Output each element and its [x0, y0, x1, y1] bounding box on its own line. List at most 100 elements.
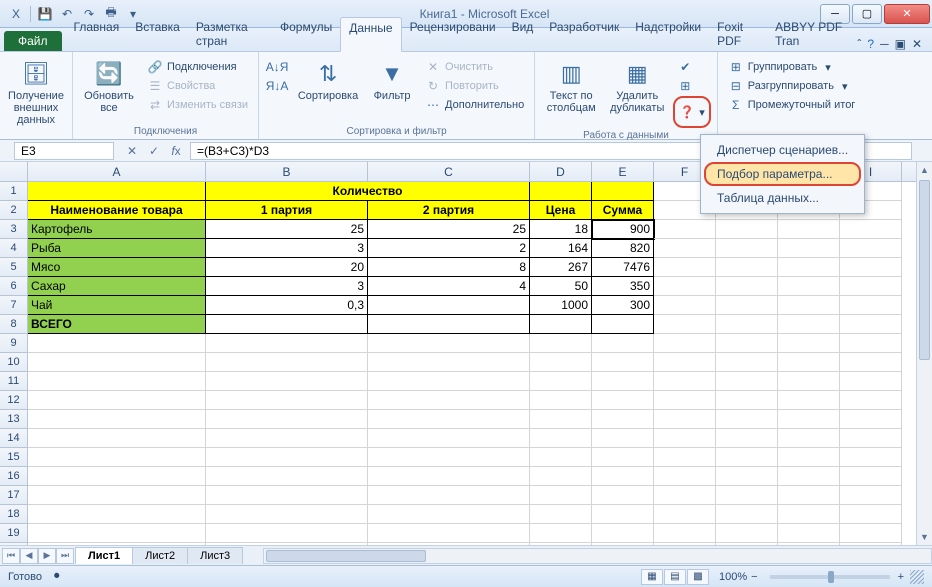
tab-формулы[interactable]: Формулы	[272, 17, 340, 51]
row-header[interactable]: 15	[0, 448, 28, 467]
cell[interactable]	[654, 467, 716, 486]
cell[interactable]	[654, 505, 716, 524]
row-header[interactable]: 14	[0, 429, 28, 448]
cell[interactable]	[654, 353, 716, 372]
row-header[interactable]: 18	[0, 505, 28, 524]
cell[interactable]	[778, 353, 840, 372]
cell[interactable]	[716, 353, 778, 372]
row-header[interactable]: 5	[0, 258, 28, 277]
cell[interactable]	[530, 372, 592, 391]
cell[interactable]	[840, 448, 902, 467]
cancel-formula-icon[interactable]: ✕	[122, 142, 142, 160]
last-sheet-button[interactable]: ⏭	[56, 548, 74, 564]
cell[interactable]: Количество	[206, 182, 530, 201]
cell[interactable]	[840, 410, 902, 429]
text-to-columns-button[interactable]: ▥ Текст по столбцам	[541, 54, 601, 114]
cell[interactable]	[28, 524, 206, 543]
row-header[interactable]: 2	[0, 201, 28, 220]
cell[interactable]	[654, 296, 716, 315]
cell[interactable]	[368, 353, 530, 372]
cell[interactable]: Сахар	[28, 277, 206, 296]
cell[interactable]: 267	[530, 258, 592, 277]
cell[interactable]	[28, 505, 206, 524]
cell[interactable]: 0,3	[206, 296, 368, 315]
sheet-tab[interactable]: Лист3	[187, 547, 243, 564]
cell[interactable]	[592, 391, 654, 410]
cell[interactable]	[530, 524, 592, 543]
cell[interactable]	[778, 505, 840, 524]
cell[interactable]	[28, 182, 206, 201]
fx-icon[interactable]: fx	[166, 142, 186, 160]
cell[interactable]	[368, 486, 530, 505]
excel-icon[interactable]: X	[6, 4, 26, 24]
cell[interactable]	[206, 486, 368, 505]
cell[interactable]	[592, 448, 654, 467]
cell[interactable]: 18	[530, 220, 592, 239]
cell[interactable]	[840, 258, 902, 277]
sort-desc-button[interactable]: Я↓А	[265, 77, 289, 95]
row-header[interactable]: 10	[0, 353, 28, 372]
cell[interactable]	[716, 239, 778, 258]
cell[interactable]	[778, 486, 840, 505]
cell[interactable]	[592, 315, 654, 334]
cell[interactable]	[778, 391, 840, 410]
cell[interactable]	[716, 296, 778, 315]
cell[interactable]	[206, 391, 368, 410]
cell[interactable]	[592, 505, 654, 524]
cell[interactable]	[840, 315, 902, 334]
cell[interactable]: 50	[530, 277, 592, 296]
cell[interactable]	[716, 372, 778, 391]
tab-foxit pdf[interactable]: Foxit PDF	[709, 17, 767, 51]
cell[interactable]: Наименование товара	[28, 201, 206, 220]
column-header[interactable]: C	[368, 162, 530, 181]
hscroll-thumb[interactable]	[266, 550, 426, 562]
page-break-view-button[interactable]: ▩	[687, 569, 709, 585]
doc-minimize-icon[interactable]: ─	[880, 37, 889, 51]
cell[interactable]	[716, 505, 778, 524]
cell[interactable]: 1000	[530, 296, 592, 315]
cell[interactable]	[716, 277, 778, 296]
cell[interactable]	[368, 372, 530, 391]
remove-duplicates-button[interactable]: ▦ Удалить дубликаты	[605, 54, 669, 114]
tab-вид[interactable]: Вид	[504, 17, 542, 51]
tab-разметка стран[interactable]: Разметка стран	[188, 17, 272, 51]
scroll-up-icon[interactable]: ▲	[917, 162, 932, 178]
cell[interactable]	[840, 277, 902, 296]
column-header[interactable]: D	[530, 162, 592, 181]
cell[interactable]	[654, 524, 716, 543]
cell[interactable]	[530, 467, 592, 486]
help-icon[interactable]: ?	[867, 37, 874, 51]
row-header[interactable]: 16	[0, 467, 28, 486]
what-if-analysis-button[interactable]: ❓▾	[673, 96, 711, 128]
cell[interactable]	[368, 315, 530, 334]
cell[interactable]	[592, 353, 654, 372]
cell[interactable]	[530, 505, 592, 524]
cell[interactable]: 1 партия	[206, 201, 368, 220]
row-header[interactable]: 11	[0, 372, 28, 391]
cell[interactable]	[530, 486, 592, 505]
cell[interactable]	[840, 353, 902, 372]
sort-asc-button[interactable]: А↓Я	[265, 58, 289, 76]
row-header[interactable]: 8	[0, 315, 28, 334]
cell[interactable]	[840, 372, 902, 391]
cell[interactable]	[778, 296, 840, 315]
cell[interactable]	[592, 524, 654, 543]
cell[interactable]	[840, 467, 902, 486]
cell[interactable]	[654, 448, 716, 467]
cell[interactable]	[654, 486, 716, 505]
cell[interactable]	[592, 182, 654, 201]
cell[interactable]	[778, 258, 840, 277]
sheet-tab[interactable]: Лист2	[132, 547, 188, 564]
column-header[interactable]: E	[592, 162, 654, 181]
next-sheet-button[interactable]: ▶	[38, 548, 56, 564]
row-header[interactable]: 19	[0, 524, 28, 543]
cell[interactable]	[716, 486, 778, 505]
cell[interactable]	[206, 448, 368, 467]
cell[interactable]	[28, 391, 206, 410]
file-tab[interactable]: Файл	[4, 31, 62, 51]
cell[interactable]: 164	[530, 239, 592, 258]
cell[interactable]: 900	[592, 220, 654, 239]
cell[interactable]	[716, 467, 778, 486]
cell[interactable]	[28, 429, 206, 448]
cell[interactable]	[778, 467, 840, 486]
